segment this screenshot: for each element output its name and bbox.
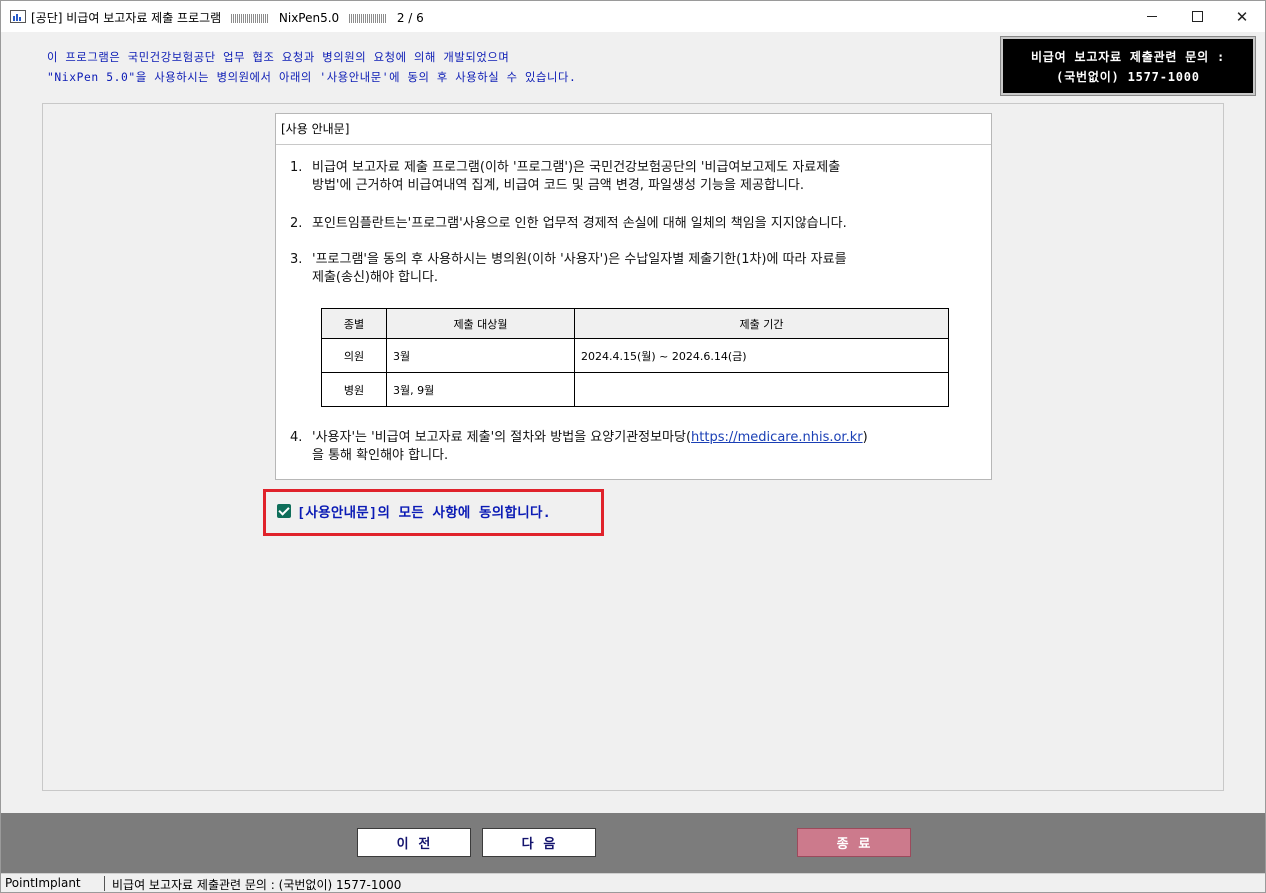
- table-row: 의원 3월 2024.4.15(월) ~ 2024.6.14(금): [321, 338, 949, 373]
- item-number: 4.: [290, 430, 303, 445]
- table-header: 제출 기간: [574, 308, 949, 339]
- table-cell: [574, 372, 949, 407]
- item-line: 포인트임플란트는'프로그램'사용으로 인한 업무적 경제적 손실에 대해 일체의…: [312, 216, 847, 231]
- contact-line-2: (국번없이) 1577-1000: [1056, 70, 1200, 84]
- table-cell: 3월: [386, 338, 575, 373]
- agree-highlight-box: [사용안내문]의 모든 사항에 동의합니다.: [263, 489, 604, 536]
- notice-box: [사용 안내문] 1. 비급여 보고자료 제출 프로그램(이하 '프로그램')은…: [275, 113, 992, 480]
- item-number: 2.: [290, 216, 303, 231]
- window-title-prefix: [공단] 비급여 보고자료 제출 프로그램: [31, 11, 222, 25]
- title-bar: [공단] 비급여 보고자료 제출 프로그램 NixPen5.0 2 / 6 ✕: [1, 1, 1265, 32]
- item-line: 비급여 보고자료 제출 프로그램(이하 '프로그램')은 국민건강보험공단의 '…: [312, 160, 841, 175]
- close-icon: ✕: [1235, 7, 1249, 26]
- notice-header: [사용 안내문]: [276, 114, 991, 145]
- contact-line-1: 비급여 보고자료 제출관련 문의 :: [1030, 50, 1226, 64]
- button-bar: 이 전 다 음 종 료: [1, 813, 1265, 873]
- maximize-button[interactable]: [1174, 1, 1220, 32]
- chart-app-icon: [10, 10, 26, 23]
- item-line: '사용자'는 '비급여 보고자료 제출'의 절차와 방법을 요양기관정보마당(h…: [312, 429, 868, 447]
- item-line: 을 통해 확인해야 합니다.: [312, 448, 449, 463]
- table-header: 제출 대상월: [386, 308, 575, 339]
- window-title: [공단] 비급여 보고자료 제출 프로그램 NixPen5.0 2 / 6: [31, 9, 424, 26]
- exit-button[interactable]: 종 료: [797, 828, 911, 857]
- table-cell: 병원: [321, 372, 387, 407]
- table-cell: 의원: [321, 338, 387, 373]
- contact-box: 비급여 보고자료 제출관련 문의 : (국번없이) 1577-1000: [1000, 36, 1256, 96]
- minimize-icon: [1147, 16, 1157, 17]
- item-text: '사용자'는 '비급여 보고자료 제출'의 절차와 방법을 요양기관정보마당(: [312, 430, 692, 445]
- close-button[interactable]: ✕: [1219, 1, 1265, 32]
- title-pattern-icon: [231, 14, 270, 23]
- minimize-button[interactable]: [1129, 1, 1175, 32]
- window-title-step: 2 / 6: [396, 11, 424, 25]
- window-title-app: NixPen5.0: [278, 11, 340, 25]
- table-header: 종별: [321, 308, 387, 339]
- intro-line-1: 이 프로그램은 국민건강보험공단 업무 협조 요청과 병의원의 요청에 의해 개…: [47, 51, 510, 64]
- status-divider: [104, 876, 105, 891]
- item-line: '프로그램'을 동의 후 사용하시는 병의원(이하 '사용자')은 수납일자별 …: [312, 252, 847, 267]
- maximize-icon: [1191, 11, 1203, 22]
- table-cell: 2024.4.15(월) ~ 2024.6.14(금): [574, 338, 949, 373]
- item-line: 방법'에 근거하여 비급여내역 집계, 비급여 코드 및 금액 변경, 파일생성…: [312, 178, 804, 193]
- item-number: 3.: [290, 252, 303, 267]
- intro-text: 이 프로그램은 국민건강보험공단 업무 협조 요청과 병의원의 요청에 의해 개…: [47, 48, 576, 88]
- intro-line-2: "NixPen 5.0"을 사용하시는 병의원에서 아래의 '사용안내문'에 동…: [47, 71, 577, 84]
- schedule-table: 종별 제출 대상월 제출 기간 의원 3월 2024.4.15(월) ~ 202…: [321, 308, 949, 407]
- item-number: 1.: [290, 160, 303, 175]
- table-cell: 3월, 9월: [386, 372, 575, 407]
- medicare-link[interactable]: https://medicare.nhis.or.kr: [691, 430, 863, 445]
- table-header-row: 종별 제출 대상월 제출 기간: [321, 308, 949, 339]
- table-row: 병원 3월, 9월: [321, 372, 949, 407]
- app-window: [공단] 비급여 보고자료 제출 프로그램 NixPen5.0 2 / 6 ✕ …: [0, 0, 1266, 893]
- status-bar: PointImplant 비급여 보고자료 제출관련 문의 : (국번없이) 1…: [1, 873, 1265, 892]
- next-button[interactable]: 다 음: [482, 828, 596, 857]
- agree-checkbox[interactable]: [277, 504, 291, 518]
- item-line: 제출(송신)해야 합니다.: [312, 270, 439, 285]
- status-contact: 비급여 보고자료 제출관련 문의 : (국번없이) 1577-1000: [112, 878, 402, 892]
- item-text: ): [862, 430, 868, 445]
- prev-button[interactable]: 이 전: [357, 828, 471, 857]
- title-pattern-icon: [349, 14, 388, 23]
- status-company: PointImplant: [5, 876, 81, 890]
- agree-label[interactable]: [사용안내문]의 모든 사항에 동의합니다.: [297, 501, 551, 521]
